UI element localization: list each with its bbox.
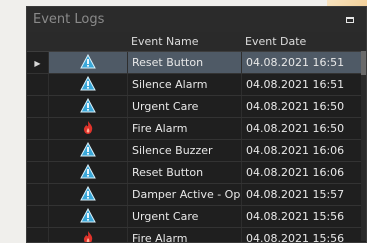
event-date-cell[interactable]: 04.08.2021 16:50 [241,118,366,139]
event-name-cell[interactable]: Urgent Care [127,206,241,227]
event-logs-panel: Event Logs Event Name Event Date ▶ Reset … [26,6,367,243]
warning-icon [80,53,96,72]
event-date-cell[interactable]: 04.08.2021 15:56 [241,228,366,242]
event-type-cell[interactable] [48,206,127,227]
event-name-cell[interactable]: Urgent Care [127,96,241,117]
table-row[interactable]: Fire Alarm 04.08.2021 15:56 [27,228,366,242]
warning-icon [80,97,96,116]
event-type-cell[interactable] [48,228,127,242]
table-row[interactable]: Urgent Care 04.08.2021 16:50 [27,96,366,118]
event-type-cell[interactable] [48,140,127,161]
fire-icon [82,230,94,242]
table-row[interactable]: Urgent Care 04.08.2021 15:56 [27,206,366,228]
warning-icon [80,163,96,182]
event-name-cell[interactable]: Reset Button [127,52,241,73]
grid-body: ▶ Reset Button 04.08.2021 16:51 Silence Ala… [27,52,366,242]
vertical-scrollbar[interactable] [361,51,366,241]
panel-title: Event Logs [33,12,105,27]
event-type-cell[interactable] [48,96,127,117]
event-date-header[interactable]: Event Date [241,35,366,48]
table-row[interactable]: Fire Alarm 04.08.2021 16:50 [27,118,366,140]
event-name-header[interactable]: Event Name [127,35,241,48]
maximize-button[interactable] [342,12,358,28]
grid-header: Event Name Event Date [27,32,366,52]
table-row[interactable]: ▶ Reset Button 04.08.2021 16:51 [27,52,366,74]
event-name-cell[interactable]: Silence Alarm [127,74,241,95]
event-type-cell[interactable] [48,118,127,139]
table-row[interactable]: Silence Alarm 04.08.2021 16:51 [27,74,366,96]
event-name-cell[interactable]: Reset Button [127,162,241,183]
scrollbar-thumb[interactable] [361,51,366,75]
panel-titlebar: Event Logs [27,7,366,33]
warning-icon [80,75,96,94]
table-row[interactable]: Damper Active - Open04.08.2021 15:57 [27,184,366,206]
event-date-cell[interactable]: 04.08.2021 16:06 [241,162,366,183]
warning-icon [80,141,96,160]
warning-icon [80,185,96,204]
maximize-icon [346,16,354,23]
row-selector[interactable]: ▶ [27,56,48,69]
warning-icon [80,207,96,226]
event-type-cell[interactable] [48,74,127,95]
event-name-cell[interactable]: Fire Alarm [127,228,241,242]
event-name-cell[interactable]: Damper Active - Open [127,184,241,205]
event-type-cell[interactable] [48,162,127,183]
event-date-cell[interactable]: 04.08.2021 16:51 [241,52,366,73]
event-type-cell[interactable] [48,52,127,73]
event-name-cell[interactable]: Fire Alarm [127,118,241,139]
event-date-cell[interactable]: 04.08.2021 15:57 [241,184,366,205]
event-date-cell[interactable]: 04.08.2021 16:51 [241,74,366,95]
row-pointer-icon: ▶ [34,59,41,68]
table-row[interactable]: Silence Buzzer 04.08.2021 16:06 [27,140,366,162]
fire-icon [82,120,94,138]
event-log-grid: Event Name Event Date ▶ Reset Button 04.08… [27,32,366,242]
event-date-cell[interactable]: 04.08.2021 16:50 [241,96,366,117]
event-type-cell[interactable] [48,184,127,205]
event-date-cell[interactable]: 04.08.2021 15:56 [241,206,366,227]
table-row[interactable]: Reset Button 04.08.2021 16:06 [27,162,366,184]
event-name-cell[interactable]: Silence Buzzer [127,140,241,161]
event-date-cell[interactable]: 04.08.2021 16:06 [241,140,366,161]
